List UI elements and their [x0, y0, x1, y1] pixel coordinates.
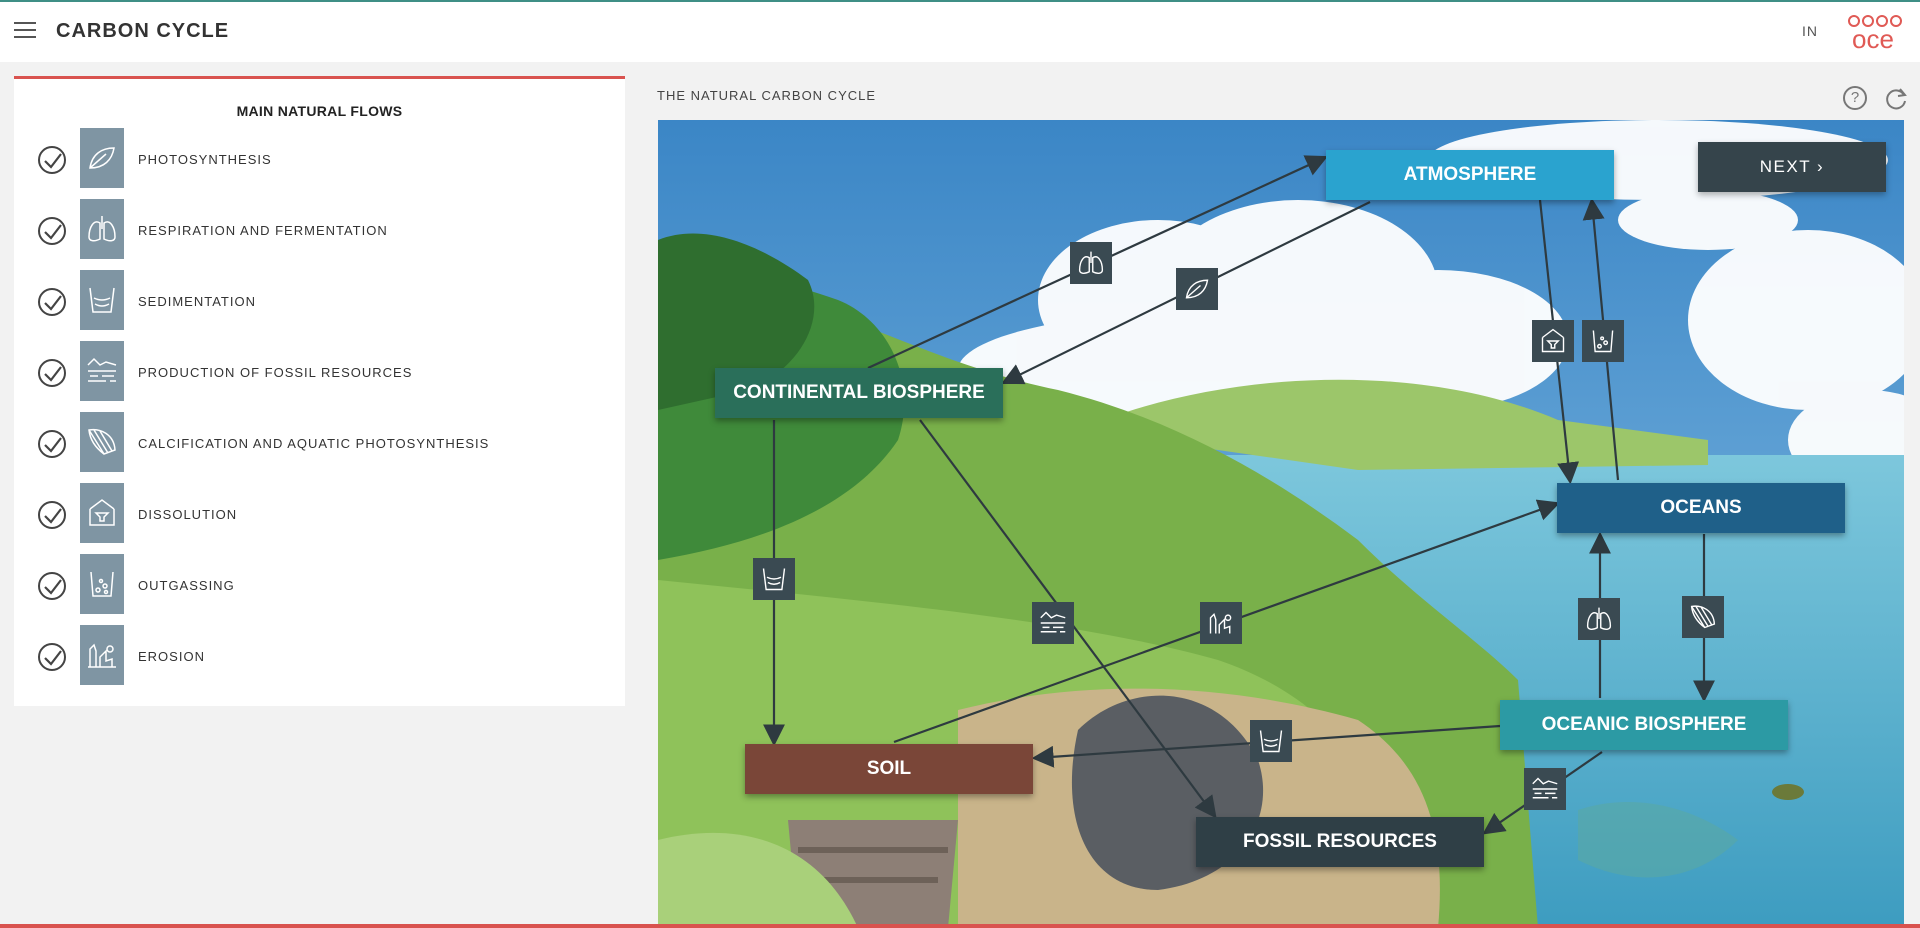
- erosion-icon: [80, 625, 124, 685]
- flow-item-photosynthesis[interactable]: PHOTOSYNTHESIS: [38, 128, 598, 190]
- dissolution-icon[interactable]: [1532, 320, 1574, 362]
- lungs-icon: [80, 199, 124, 259]
- flow-label: OUTGASSING: [138, 578, 235, 593]
- flow-label: DISSOLUTION: [138, 507, 238, 522]
- bubbles-icon[interactable]: [1582, 320, 1624, 362]
- app-title: CARBON CYCLE: [56, 20, 230, 42]
- node-soil[interactable]: SOIL: [745, 744, 1033, 794]
- flow-item-sedimentation[interactable]: SEDIMENTATION: [38, 270, 598, 332]
- refresh-icon[interactable]: [1883, 86, 1909, 112]
- bottom-accent-line: [0, 924, 1920, 928]
- check-icon[interactable]: [38, 288, 66, 316]
- top-bar: CARBON CYCLE IN oce: [0, 0, 1920, 62]
- diagram-title: THE NATURAL CARBON CYCLE: [657, 88, 877, 103]
- main-flows-panel: MAIN NATURAL FLOWS PHOTOSYNTHESIS RESPIR…: [14, 76, 625, 706]
- hamburger-menu-icon[interactable]: [12, 18, 38, 42]
- sediment-beaker-icon[interactable]: [1250, 720, 1292, 762]
- panel-title: MAIN NATURAL FLOWS: [236, 103, 403, 119]
- chevron-right-icon: ›: [1817, 157, 1825, 176]
- flow-label: CALCIFICATION AND AQUATIC PHOTOSYNTHESIS: [138, 436, 490, 451]
- node-continental-biosphere[interactable]: CONTINENTAL BIOSPHERE: [715, 368, 1003, 418]
- sediment-beaker-icon: [80, 270, 124, 330]
- check-icon[interactable]: [38, 572, 66, 600]
- check-icon[interactable]: [38, 643, 66, 671]
- flow-item-dissolution[interactable]: DISSOLUTION: [38, 483, 598, 545]
- erosion-icon[interactable]: [1200, 602, 1242, 644]
- flow-item-outgassing[interactable]: OUTGASSING: [38, 554, 598, 616]
- lungs-icon[interactable]: [1578, 598, 1620, 640]
- fossil-layers-icon[interactable]: [1032, 602, 1074, 644]
- lungs-icon[interactable]: [1070, 242, 1112, 284]
- flow-label: PHOTOSYNTHESIS: [138, 152, 272, 167]
- check-icon[interactable]: [38, 217, 66, 245]
- flow-label: EROSION: [138, 649, 205, 664]
- flow-item-fossil-production[interactable]: PRODUCTION OF FOSSIL RESOURCES: [38, 341, 598, 403]
- check-icon[interactable]: [38, 430, 66, 458]
- check-icon[interactable]: [38, 501, 66, 529]
- flow-label: RESPIRATION AND FERMENTATION: [138, 223, 388, 238]
- check-icon[interactable]: [38, 146, 66, 174]
- next-button[interactable]: NEXT ›: [1698, 142, 1886, 192]
- check-icon[interactable]: [38, 359, 66, 387]
- node-fossil-resources[interactable]: FOSSIL RESOURCES: [1196, 817, 1484, 867]
- bubbles-icon: [80, 554, 124, 614]
- carbon-cycle-diagram: ATMOSPHERE CONTINENTAL BIOSPHERE OCEANS …: [658, 120, 1904, 928]
- leaf-icon: [80, 128, 124, 188]
- help-icon[interactable]: ?: [1843, 86, 1867, 110]
- dissolution-icon: [80, 483, 124, 543]
- shell-icon[interactable]: [1682, 596, 1724, 638]
- language-selector[interactable]: IN: [1802, 23, 1818, 39]
- oce-logo: oce: [1848, 15, 1902, 52]
- flow-label: PRODUCTION OF FOSSIL RESOURCES: [138, 365, 413, 380]
- node-oceanic-biosphere[interactable]: OCEANIC BIOSPHERE: [1500, 700, 1788, 750]
- node-atmosphere[interactable]: ATMOSPHERE: [1326, 150, 1614, 200]
- flow-item-respiration[interactable]: RESPIRATION AND FERMENTATION: [38, 199, 598, 261]
- fossil-layers-icon[interactable]: [1524, 768, 1566, 810]
- leaf-icon[interactable]: [1176, 268, 1218, 310]
- flow-label: SEDIMENTATION: [138, 294, 256, 309]
- next-label: NEXT: [1759, 157, 1811, 176]
- sediment-beaker-icon[interactable]: [753, 558, 795, 600]
- logo-text: oce: [1852, 24, 1894, 52]
- fossil-layers-icon: [80, 341, 124, 401]
- flow-item-erosion[interactable]: EROSION: [38, 625, 598, 687]
- node-oceans[interactable]: OCEANS: [1557, 483, 1845, 533]
- flow-item-calcification[interactable]: CALCIFICATION AND AQUATIC PHOTOSYNTHESIS: [38, 412, 598, 474]
- shell-icon: [80, 412, 124, 472]
